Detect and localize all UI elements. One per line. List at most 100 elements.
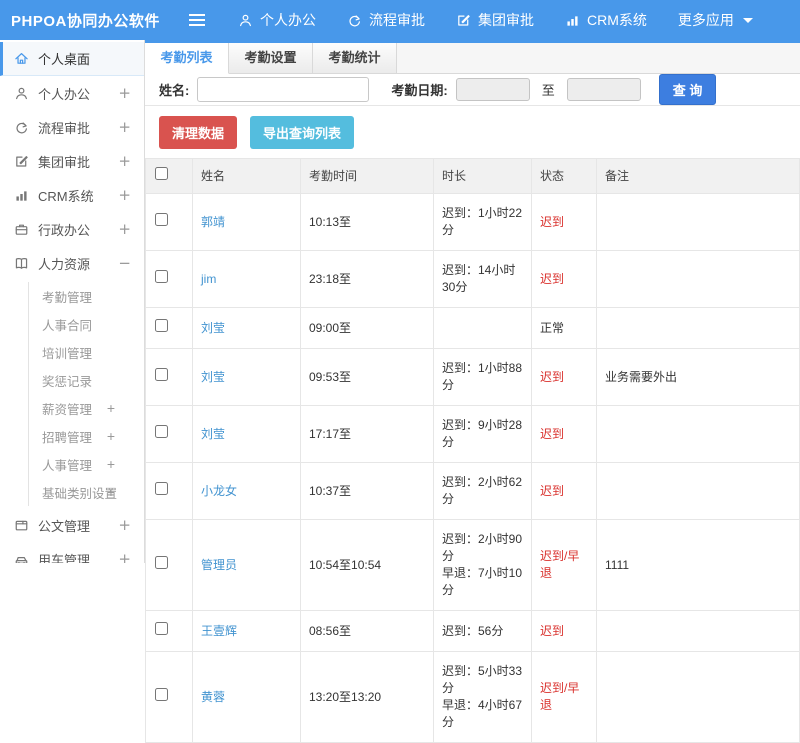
topnav-label: 流程审批 — [369, 12, 425, 28]
expand-icon[interactable]: + — [118, 186, 131, 204]
sidebar-subitem-salary-management[interactable]: 薪资管理 + — [29, 394, 144, 422]
row-checkbox[interactable] — [155, 319, 168, 332]
expand-icon[interactable]: + — [118, 516, 131, 534]
name-filter-label: 姓名: — [159, 83, 190, 98]
expand-icon[interactable]: + — [107, 484, 115, 500]
sidebar-subitem-recruitment-management[interactable]: 招聘管理 + — [29, 422, 144, 450]
date-to-label: 至 — [541, 83, 555, 98]
topnav-more-apps[interactable]: 更多应用 — [678, 10, 753, 30]
topnav-crm-system[interactable]: CRM系统 — [565, 10, 647, 30]
sidebar-item-workflow-approval[interactable]: 流程审批 + — [0, 110, 144, 144]
sidebar-item-vehicle-management[interactable]: 用车管理 + — [0, 542, 144, 563]
row-select-cell — [145, 405, 193, 463]
table-row: 刘莹 09:00至 正常 — [145, 307, 800, 349]
duration-cell: 迟到：2小时62分 — [433, 462, 532, 520]
sidebar-item-personal-desktop[interactable]: 个人桌面 — [0, 42, 144, 76]
remark-cell — [596, 610, 800, 652]
topnav-personal-office[interactable]: 个人办公 — [238, 10, 316, 30]
status-cell: 迟到 — [531, 610, 597, 652]
expand-icon[interactable]: + — [118, 220, 131, 238]
tab-attendance-list[interactable]: 考勤列表 — [145, 43, 229, 74]
row-checkbox[interactable] — [155, 688, 168, 701]
employee-name-link[interactable]: 黄蓉 — [201, 690, 225, 704]
remark-cell — [596, 307, 800, 349]
sidebar-item-personal-office[interactable]: 个人办公 + — [0, 76, 144, 110]
sidebar-submenu-human-resources: 考勤管理 人事合同 培训管理 奖惩记录 薪资管理 + 招聘管理 + 人事管理 + 基础类别设置 + — [28, 282, 144, 506]
sidebar-item-crm-system[interactable]: CRM系统 + — [0, 178, 144, 212]
status-cell: 迟到/早退 — [531, 651, 597, 743]
sidebar-subitem-label: 培训管理 — [42, 346, 93, 361]
table-row: 管理员 10:54至10:54 迟到：2小时90分 早退：7小时10分 迟到/早退… — [145, 519, 800, 611]
expand-icon[interactable]: + — [107, 456, 115, 472]
row-checkbox[interactable] — [155, 368, 168, 381]
row-checkbox[interactable] — [155, 425, 168, 438]
table-row: 黄蓉 13:20至13:20 迟到：5小时33分 早退：4小时67分 迟到/早退 — [145, 651, 800, 743]
sidebar-subitem-label: 人事合同 — [42, 318, 93, 333]
sidebar-subitem-basic-category-settings[interactable]: 基础类别设置 + — [29, 478, 144, 506]
sidebar-item-label: 用车管理 — [38, 552, 91, 564]
export-list-button[interactable]: 导出查询列表 — [250, 116, 355, 149]
employee-name-link[interactable]: 郭靖 — [201, 215, 225, 229]
sidebar-item-admin-office[interactable]: 行政办公 + — [0, 212, 144, 246]
topnav-label: 个人办公 — [260, 12, 316, 28]
name-cell: 管理员 — [192, 519, 301, 611]
select-all-checkbox[interactable] — [155, 167, 168, 180]
employee-name-link[interactable]: 管理员 — [201, 558, 237, 572]
row-select-cell — [145, 193, 193, 251]
sidebar-subitem-label: 薪资管理 — [42, 402, 93, 417]
duration-cell — [433, 307, 532, 349]
collapse-icon[interactable]: − — [118, 254, 131, 272]
expand-icon[interactable]: + — [118, 152, 131, 170]
content-panel: 考勤列表 考勤设置 考勤统计 姓名: 考勤日期: 至 查 询 清理数据 导出查询列表 — [145, 40, 800, 743]
expand-icon[interactable]: + — [118, 550, 131, 563]
sidebar-subitem-label: 基础类别设置 — [42, 486, 118, 501]
duration-line: 迟到：5小时33分 — [442, 664, 523, 695]
name-cell: jim — [192, 250, 301, 308]
chevron-down-icon — [742, 17, 753, 23]
row-checkbox[interactable] — [155, 213, 168, 226]
row-select-cell — [145, 250, 193, 308]
topnav-workflow-approval[interactable]: 流程审批 — [347, 10, 425, 30]
tab-attendance-setup[interactable]: 考勤设置 — [229, 43, 313, 74]
employee-name-link[interactable]: 小龙女 — [201, 484, 237, 498]
expand-icon[interactable]: + — [118, 84, 131, 102]
status-cell: 正常 — [531, 307, 597, 349]
name-filter-input[interactable] — [197, 77, 370, 102]
sidebar-item-label: 公文管理 — [38, 518, 91, 534]
row-checkbox[interactable] — [155, 270, 168, 283]
chart-icon — [14, 188, 29, 203]
sidebar-subitem-personnel-management[interactable]: 人事管理 + — [29, 450, 144, 478]
sidebar-subitem-attendance-management[interactable]: 考勤管理 — [29, 282, 144, 310]
sidebar-item-group-approval[interactable]: 集团审批 + — [0, 144, 144, 178]
sidebar-item-document-management[interactable]: 公文管理 + — [0, 508, 144, 542]
employee-name-link[interactable]: 刘莹 — [201, 321, 225, 335]
date-from-input[interactable] — [455, 78, 530, 101]
employee-name-link[interactable]: jim — [201, 272, 216, 286]
expand-icon[interactable]: + — [107, 428, 115, 444]
sidebar-subitem-reward-punishment-record[interactable]: 奖惩记录 — [29, 366, 144, 394]
employee-name-link[interactable]: 刘莹 — [201, 370, 225, 384]
search-button[interactable]: 查 询 — [658, 74, 717, 105]
status-cell: 迟到 — [531, 193, 597, 251]
employee-name-link[interactable]: 刘莹 — [201, 427, 225, 441]
topnav-group-approval[interactable]: 集团审批 — [456, 10, 534, 30]
hamburger-icon[interactable] — [188, 13, 206, 27]
clean-data-button[interactable]: 清理数据 — [159, 116, 238, 149]
expand-icon[interactable]: + — [107, 400, 115, 416]
table-row: jim 23:18至 迟到：14小时30分 迟到 — [145, 250, 800, 308]
sidebar-subitem-training-management[interactable]: 培训管理 — [29, 338, 144, 366]
row-checkbox[interactable] — [155, 482, 168, 495]
expand-icon[interactable]: + — [118, 118, 131, 136]
employee-name-link[interactable]: 王壹辉 — [201, 624, 237, 638]
row-checkbox[interactable] — [155, 622, 168, 635]
sidebar-item-human-resources[interactable]: 人力资源 − — [0, 246, 144, 280]
row-select-cell — [145, 348, 193, 406]
status-cell: 迟到 — [531, 405, 597, 463]
tab-bar: 考勤列表 考勤设置 考勤统计 — [145, 43, 800, 74]
duration-cell: 迟到：5小时33分 早退：4小时67分 — [433, 651, 532, 743]
sidebar-subitem-personnel-contract[interactable]: 人事合同 — [29, 310, 144, 338]
tab-attendance-stats[interactable]: 考勤统计 — [313, 43, 397, 74]
status-cell: 迟到 — [531, 462, 597, 520]
name-cell: 郭靖 — [192, 193, 301, 251]
date-to-input[interactable] — [566, 78, 641, 101]
